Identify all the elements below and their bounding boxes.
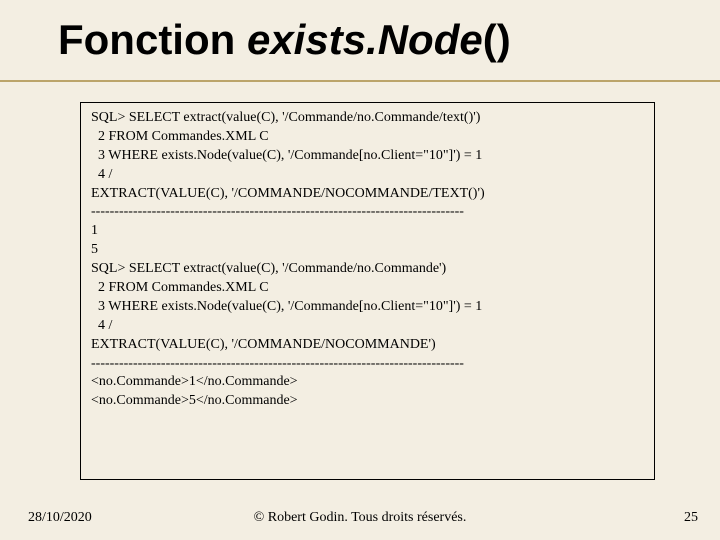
code-line: EXTRACT(VALUE(C), '/COMMANDE/NOCOMMANDE/… (91, 185, 644, 204)
slide: Fonction exists.Node() SQL> SELECT extra… (0, 0, 720, 540)
code-line: SQL> SELECT extract(value(C), '/Commande… (91, 260, 644, 279)
code-line: <no.Commande>1</no.Commande> (91, 373, 644, 392)
code-line: 1 (91, 222, 644, 241)
slide-title: Fonction exists.Node() (58, 16, 511, 64)
footer-copyright: © Robert Godin. Tous droits réservés. (0, 510, 720, 526)
code-line: 5 (91, 241, 644, 260)
code-line: 2 FROM Commandes.XML C (91, 128, 644, 147)
code-line: 3 WHERE exists.Node(value(C), '/Commande… (91, 147, 644, 166)
code-line: 4 / (91, 317, 644, 336)
title-left: Fonction (58, 16, 247, 63)
divider (0, 80, 720, 82)
code-line: ----------------------------------------… (91, 203, 644, 222)
title-right: () (483, 16, 511, 63)
code-box: SQL> SELECT extract(value(C), '/Commande… (80, 102, 655, 480)
title-italic: exists.Node (247, 16, 483, 63)
page-number: 25 (684, 510, 698, 526)
code-line: <no.Commande>5</no.Commande> (91, 392, 644, 411)
code-line: EXTRACT(VALUE(C), '/COMMANDE/NOCOMMANDE'… (91, 336, 644, 355)
footer: 28/10/2020 © Robert Godin. Tous droits r… (0, 506, 720, 526)
code-line: SQL> SELECT extract(value(C), '/Commande… (91, 109, 644, 128)
code-line: ----------------------------------------… (91, 355, 644, 374)
code-line: 3 WHERE exists.Node(value(C), '/Commande… (91, 298, 644, 317)
code-line: 2 FROM Commandes.XML C (91, 279, 644, 298)
code-line: 4 / (91, 166, 644, 185)
